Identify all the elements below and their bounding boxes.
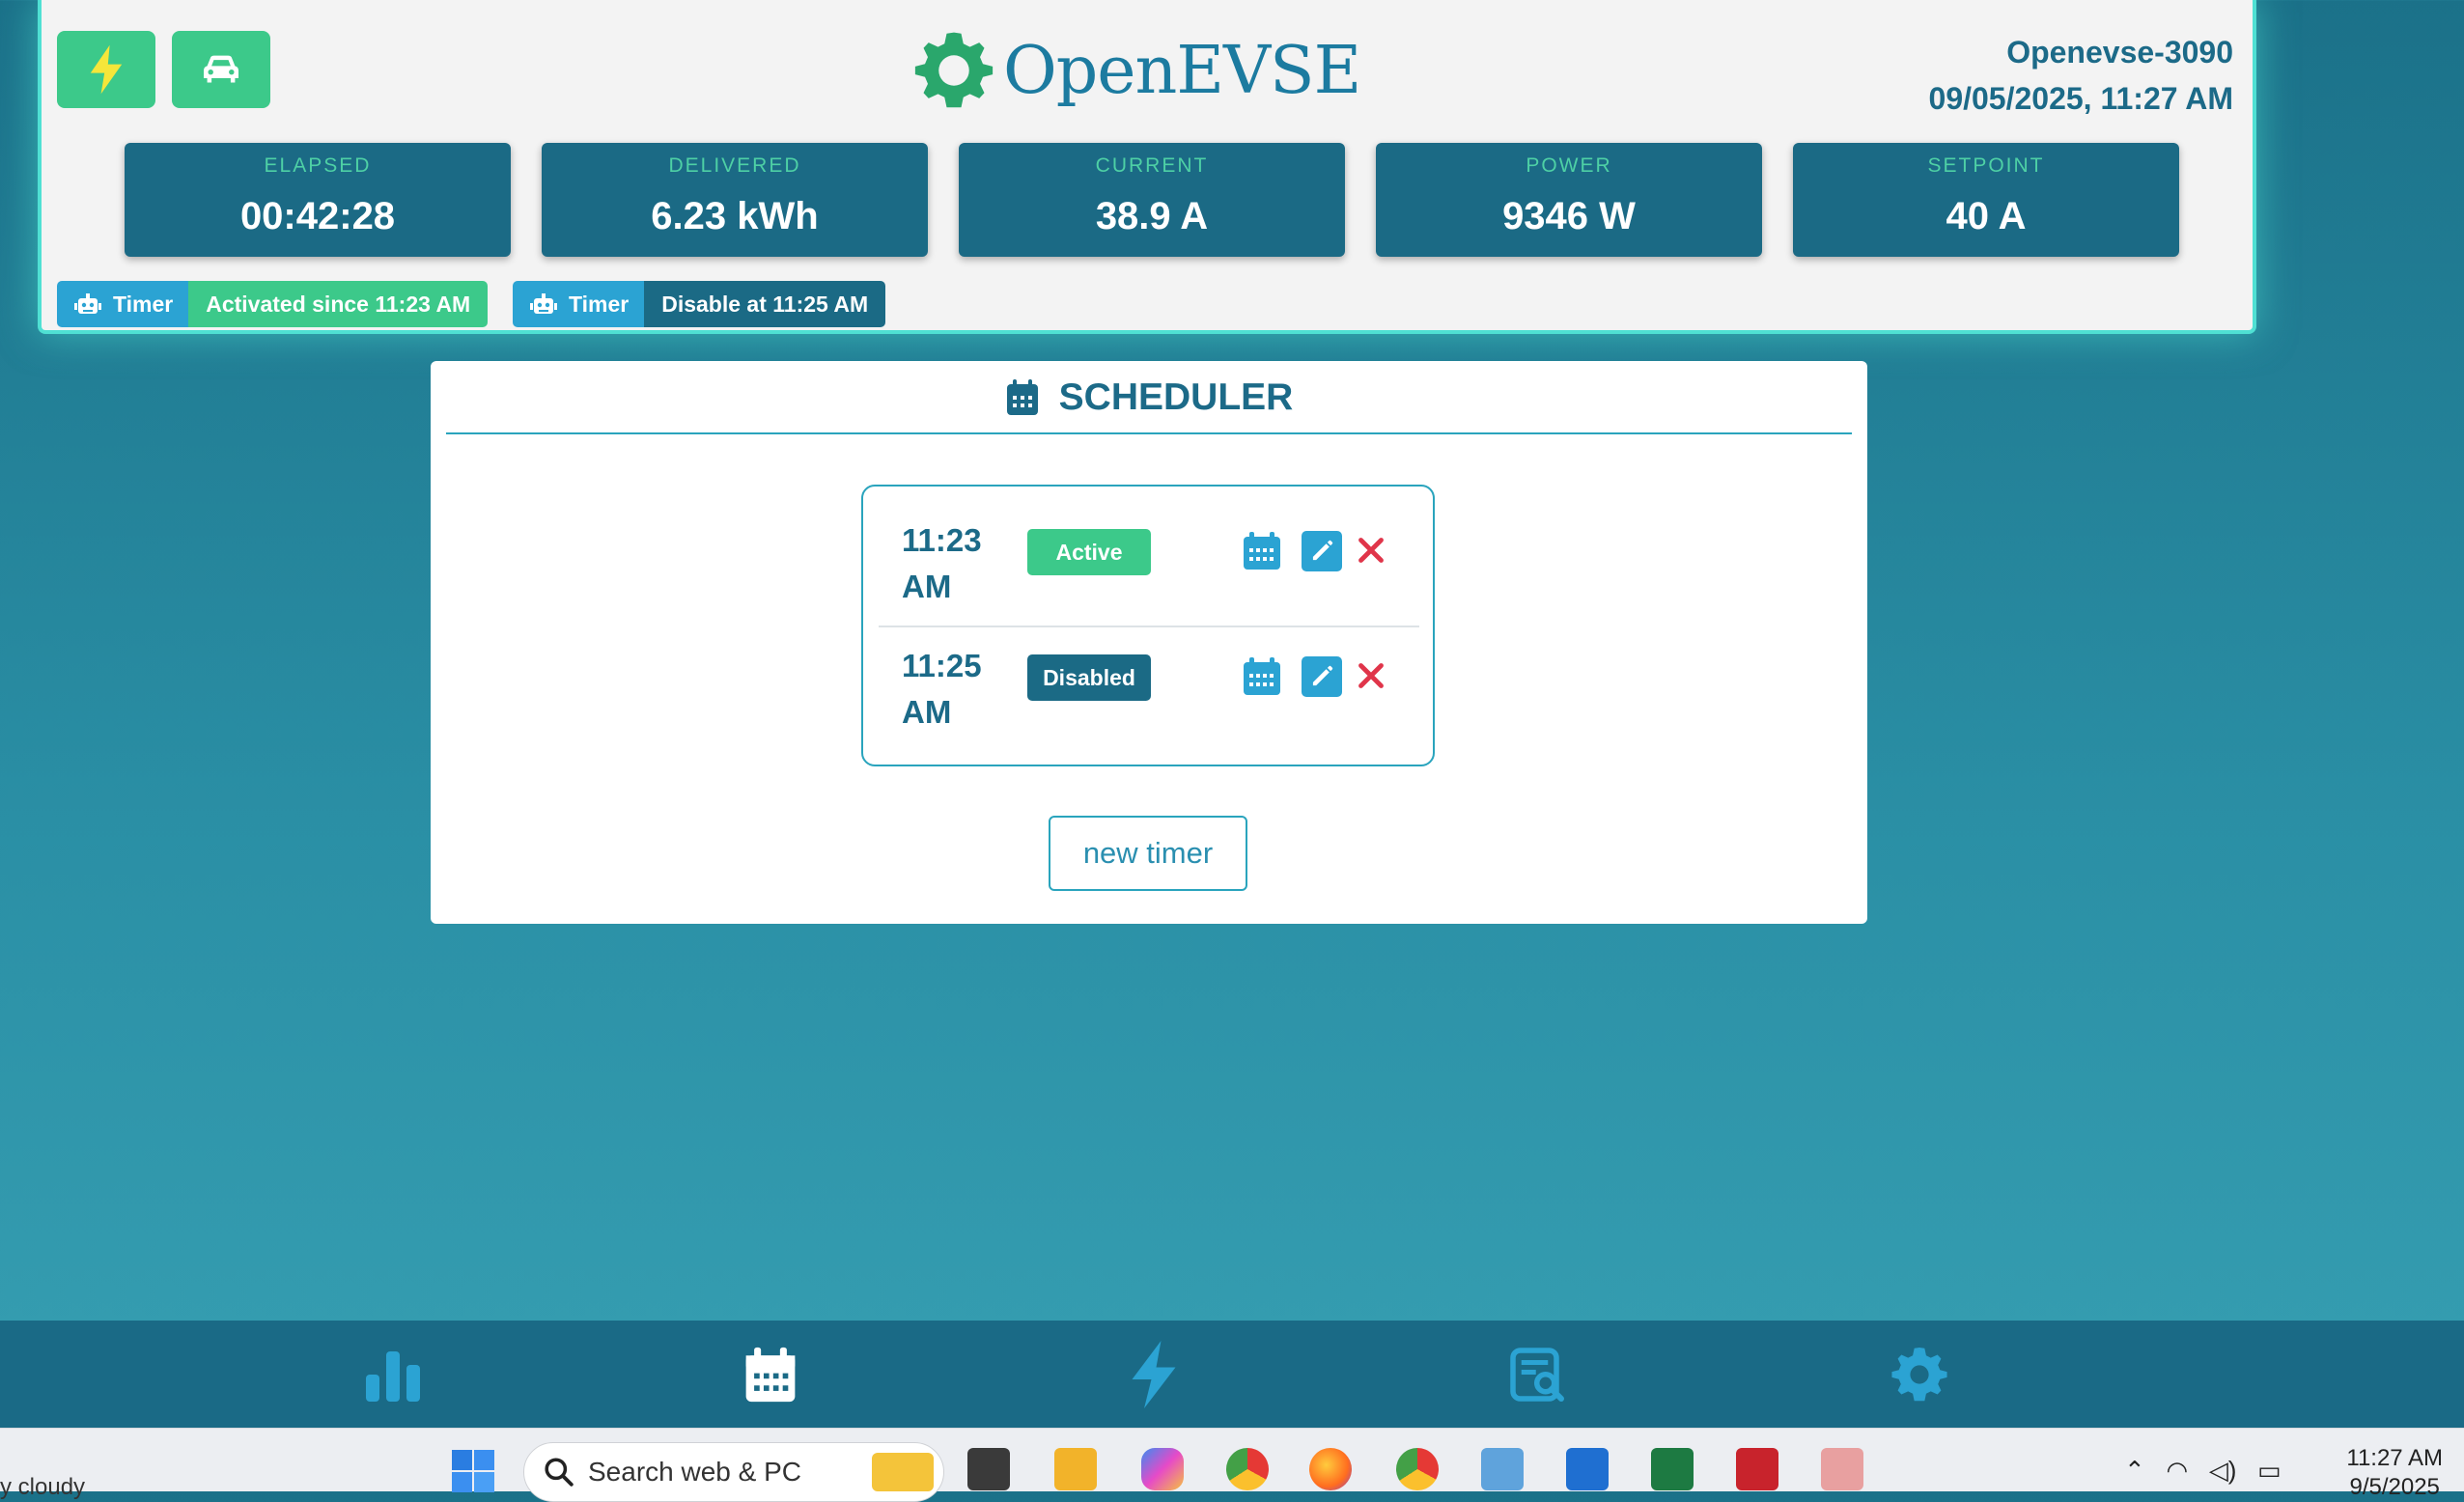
stat-power: POWER 9346 W <box>1376 143 1762 257</box>
scheduler-heading: SCHEDULER <box>431 376 1867 419</box>
photos-icon[interactable] <box>1481 1448 1524 1490</box>
stat-value: 6.23 kWh <box>651 195 819 237</box>
nav-stats[interactable] <box>359 1341 427 1408</box>
firefox-icon[interactable] <box>1309 1448 1352 1490</box>
chrome-icon[interactable] <box>1396 1448 1439 1490</box>
app-icon[interactable] <box>1566 1448 1609 1490</box>
search-icon <box>545 1458 574 1487</box>
stat-elapsed: ELAPSED 00:42:28 <box>125 143 511 257</box>
close-icon <box>1358 538 1384 563</box>
stat-value: 40 A <box>1946 195 2027 237</box>
copilot-icon[interactable] <box>1141 1448 1184 1490</box>
pencil-icon <box>1312 665 1333 686</box>
gear-icon <box>1891 1348 1947 1402</box>
system-tray-icons[interactable]: ⌃ ◠ ◁) ▭ <box>2124 1456 2282 1486</box>
stat-value: 9346 W <box>1502 195 1636 237</box>
chrome-icon[interactable] <box>1226 1448 1269 1490</box>
new-timer-button[interactable]: new timer <box>1049 816 1247 891</box>
timer-time: 11:25 AM <box>902 648 982 730</box>
taskbar-clock[interactable]: 11:27 AM 9/5/2025 <box>2346 1444 2443 1502</box>
lightning-icon <box>90 44 123 95</box>
gear-logo-icon <box>914 32 994 108</box>
timer-delete-button[interactable] <box>1346 651 1396 701</box>
timer-delete-button[interactable] <box>1346 525 1396 575</box>
task-view-icon[interactable] <box>967 1448 1010 1490</box>
pill-text: Disable at 11:25 AM <box>644 281 886 327</box>
log-search-icon <box>1510 1348 1564 1402</box>
device-datetime: 09/05/2025, 11:27 AM <box>1928 81 2233 116</box>
acrobat-icon[interactable] <box>1736 1448 1778 1490</box>
calendar-icon <box>1244 657 1280 695</box>
nav-logs[interactable] <box>1503 1341 1571 1408</box>
timer-edit-button[interactable] <box>1302 656 1342 697</box>
nav-scheduler[interactable] <box>737 1341 804 1408</box>
robot-icon <box>530 293 557 314</box>
windows-icon <box>452 1450 494 1492</box>
timer-edit-button[interactable] <box>1302 531 1342 571</box>
divider <box>446 432 1852 434</box>
stat-value: 00:42:28 <box>239 195 396 237</box>
status-header: OpenEVSE Openevse-3090 09/05/2025, 11:27… <box>38 0 2256 334</box>
stat-label: CURRENT <box>1095 154 1209 177</box>
stat-label: ELAPSED <box>264 154 372 177</box>
nav-settings[interactable] <box>1886 1341 1953 1408</box>
pill-head: Timer <box>513 281 645 327</box>
timer-row: 11:25 AM Disabled <box>879 622 1419 747</box>
robot-icon <box>74 293 101 314</box>
chart-icon <box>366 1351 420 1402</box>
stat-value: 38.9 A <box>1095 195 1209 237</box>
openevse-logo: OpenEVSE <box>910 27 1361 114</box>
search-highlight-icon <box>872 1453 934 1491</box>
car-icon <box>204 55 238 83</box>
device-name: Openevse-3090 <box>2006 35 2233 70</box>
taskbar-search[interactable]: Search web & PC <box>523 1442 944 1502</box>
scheduler-title: SCHEDULER <box>1058 376 1294 418</box>
clock-time: 11:27 AM <box>2346 1445 2443 1471</box>
clock-date: 9/5/2025 <box>2349 1474 2440 1500</box>
stat-current: CURRENT 38.9 A <box>959 143 1345 257</box>
stat-label: SETPOINT <box>1927 154 2045 177</box>
weather-text: y cloudy <box>0 1474 86 1500</box>
device-info: Openevse-3090 09/05/2025, 11:27 AM <box>1929 29 2233 122</box>
lightning-icon <box>1132 1341 1176 1408</box>
close-icon <box>1358 663 1384 688</box>
timer-status-badge: Active <box>1027 529 1151 575</box>
calendar-icon <box>1006 379 1038 415</box>
file-explorer-icon[interactable] <box>1054 1448 1097 1490</box>
timer-status-pill-disable: Timer Disable at 11:25 AM <box>513 281 886 327</box>
vehicle-button[interactable] <box>172 31 270 108</box>
timer-status-pill-active: Timer Activated since 11:23 AM <box>57 281 489 327</box>
timer-status-badge: Disabled <box>1027 654 1151 701</box>
stat-delivered: DELIVERED 6.23 kWh <box>542 143 928 257</box>
timer-row: 11:23 AM Active <box>879 496 1419 622</box>
pill-head: Timer <box>57 281 189 327</box>
stat-label: DELIVERED <box>668 154 801 177</box>
search-placeholder: Search web & PC <box>588 1457 801 1487</box>
start-button[interactable] <box>450 1448 496 1499</box>
charge-mode-button[interactable] <box>57 31 155 108</box>
timer-schedule-button[interactable] <box>1242 531 1282 571</box>
pill-label: Timer <box>569 291 630 317</box>
calendar-icon <box>1244 532 1280 570</box>
calendar-icon <box>745 1347 796 1403</box>
nav-charge[interactable] <box>1120 1341 1188 1408</box>
pencil-icon <box>1312 540 1333 561</box>
logo-text: OpenEVSE <box>1003 32 1361 109</box>
pill-text: Activated since 11:23 AM <box>188 281 489 327</box>
timer-time: 11:23 AM <box>902 522 982 604</box>
snipping-tool-icon[interactable] <box>1821 1448 1863 1490</box>
stat-label: POWER <box>1526 154 1612 177</box>
excel-icon[interactable] <box>1651 1448 1694 1490</box>
timer-list: 11:23 AM Active 11:25 AM Disabled <box>861 485 1435 766</box>
scheduler-panel: SCHEDULER 11:23 AM Active 11:25 AM Disab… <box>431 361 1867 924</box>
stat-setpoint: SETPOINT 40 A <box>1793 143 2179 257</box>
timer-schedule-button[interactable] <box>1242 656 1282 697</box>
pill-label: Timer <box>113 291 174 317</box>
